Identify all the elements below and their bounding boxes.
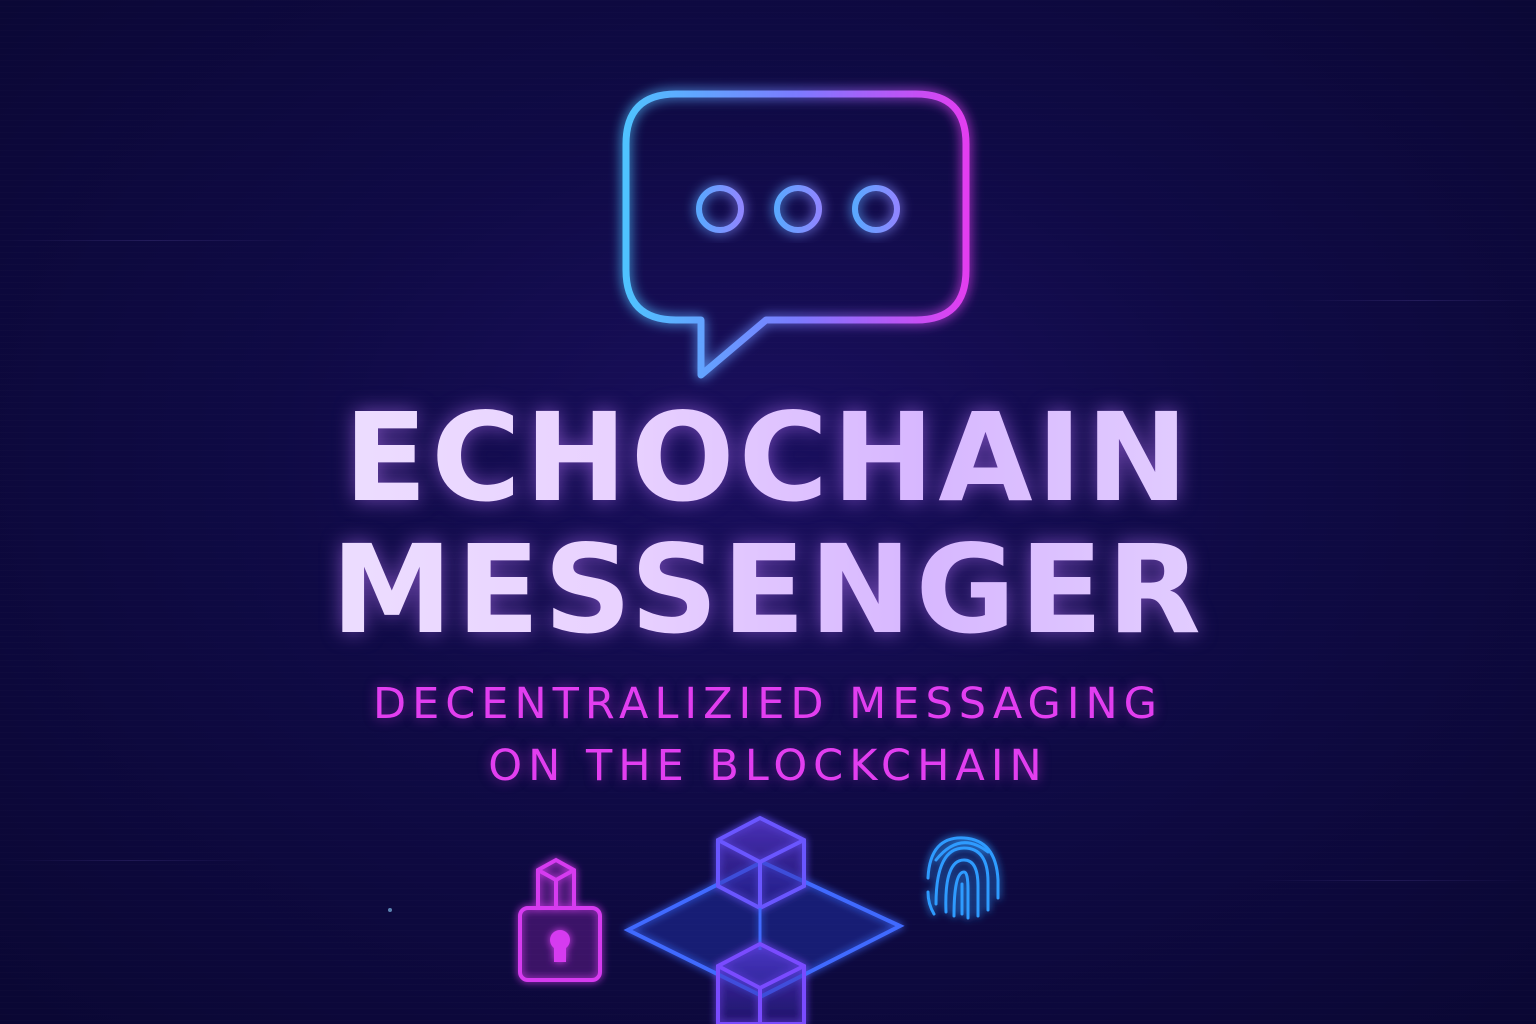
background-streak <box>1250 880 1536 881</box>
app-title-line-2: MESSENGER <box>0 529 1536 651</box>
padlock-icon <box>518 857 602 982</box>
chat-bubble-icon <box>622 90 970 379</box>
tagline-line-2: ON THE BLOCKCHAIN <box>488 741 1048 791</box>
app-title-line-1: ECHOCHAIN <box>0 397 1536 519</box>
tagline-line-1: DECENTRALIZIED MESSAGING <box>373 679 1163 729</box>
fingerprint-icon <box>926 836 1000 920</box>
typing-dots <box>696 185 900 233</box>
background-streak <box>0 860 260 861</box>
background-streak <box>0 240 300 241</box>
blockchain-illustration <box>388 815 1000 1024</box>
background-streak <box>1300 300 1536 301</box>
blockchain-cubes-icon <box>623 815 905 1024</box>
